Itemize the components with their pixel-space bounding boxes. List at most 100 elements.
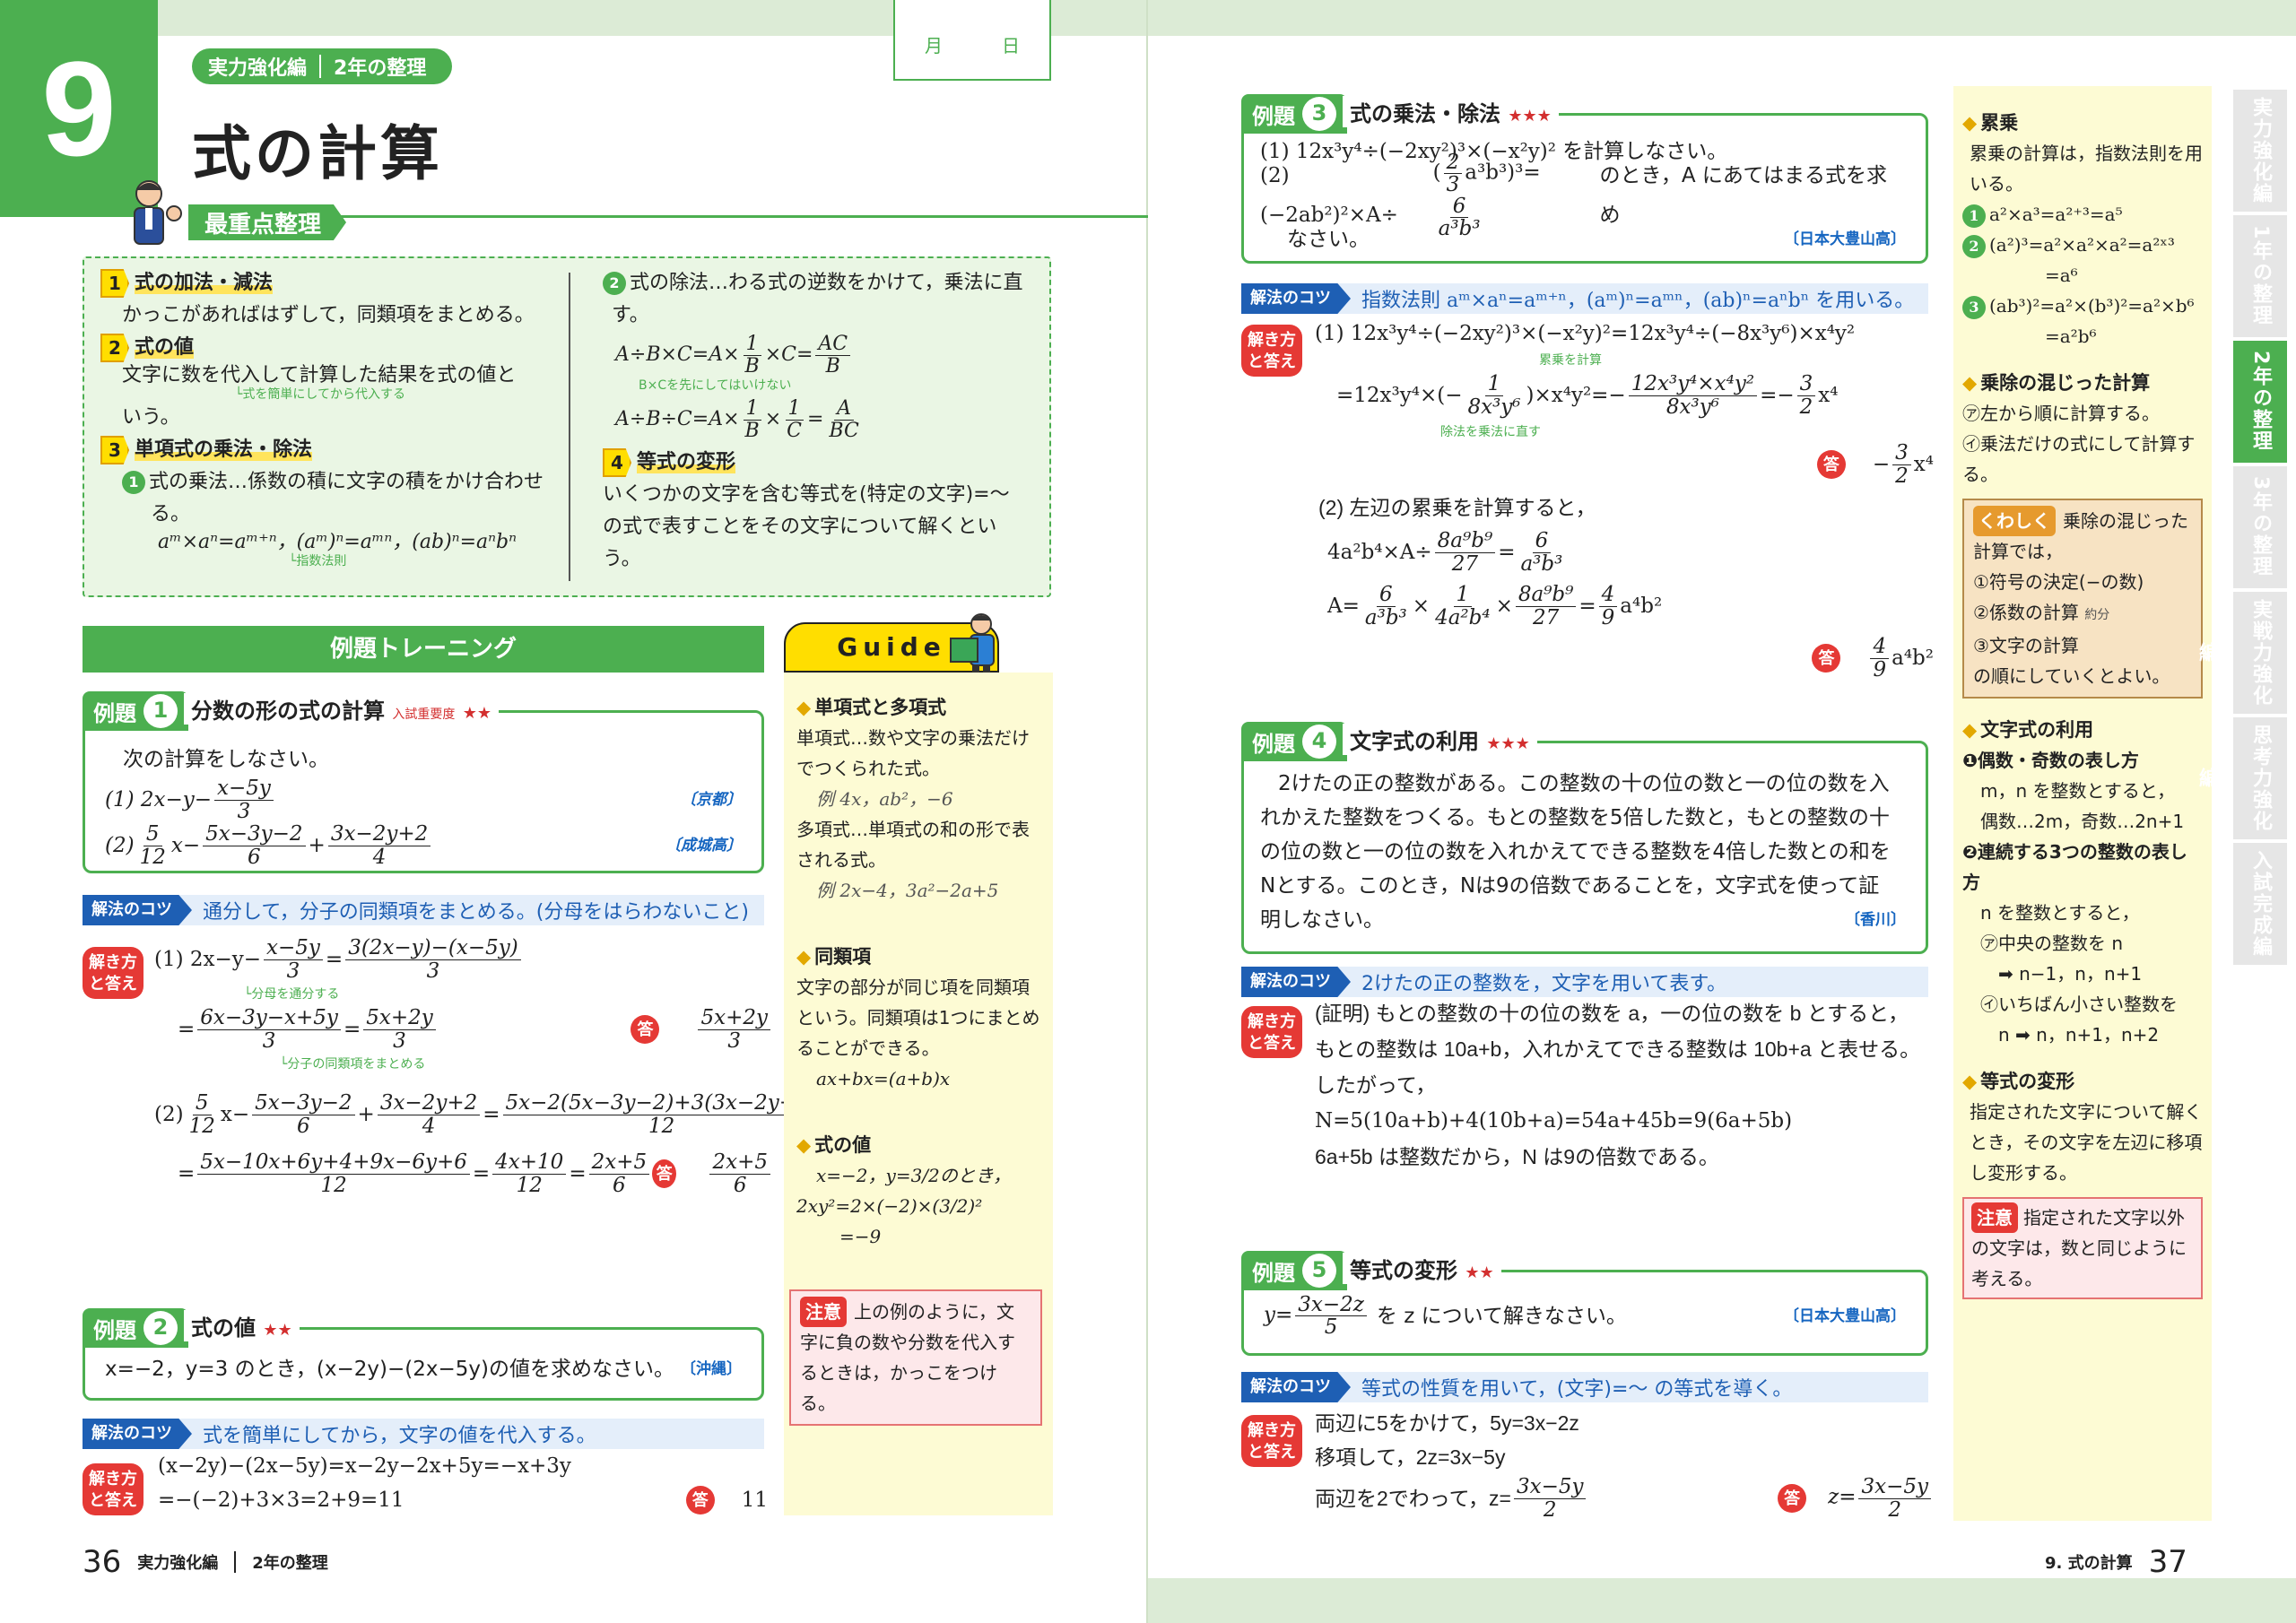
sidebar-s13: ➡ n−1，n，n+1 — [1998, 963, 2143, 985]
chapter-tabs: 実力強化編 1年の整理 2年の整理 3年の整理 実戦力強化編 思考力強化編 入試完成編 — [2196, 90, 2287, 968]
answer-1-line3-text: (2) — [154, 1103, 184, 1126]
exponent-laws: aᵐ×aⁿ=aᵐ⁺ⁿ，(aᵐ)ⁿ=aᵐⁿ，(ab)ⁿ=aⁿbⁿ — [158, 531, 517, 553]
division-eq-1-text: A÷B×C=A× — [615, 343, 740, 366]
example-3-label: 例題 3 — [1241, 94, 1347, 134]
answer-5-line2: 移項して，2z=3x−5y — [1315, 1445, 1506, 1469]
key-item-2: 2 式の値 — [100, 332, 552, 364]
hint-bar-3: 解法のコツ 指数法則 aᵐ×aⁿ=aᵐ⁺ⁿ，(aᵐ)ⁿ=aᵐⁿ，(ab)ⁿ=aⁿb… — [1241, 283, 1928, 314]
left-page: 9 実力強化編 2年の整理 月 日 式の計算 最重点整理 1 式の加法・減法 かっ… — [0, 0, 1148, 1623]
difficulty-stars: ★★★ — [1486, 734, 1530, 753]
frac: 6 a³b³ — [1364, 583, 1407, 629]
tab-5[interactable]: 実戦力強化編 — [2196, 592, 2287, 714]
sidebar-heading-3: 文字式の利用 — [1962, 715, 2203, 745]
guide-heading-3: 式の値 — [796, 1130, 1040, 1160]
date-month: 月 — [925, 34, 943, 56]
detail-k5: の順にしていくとよい。 — [1973, 665, 2170, 687]
example-label-text: 例題 — [1252, 731, 1295, 757]
frac: 3(2x−y)−(x−5y) 3 — [345, 937, 521, 982]
num-badge: 3 — [100, 436, 129, 464]
frac: 5x+2y 3 — [363, 1007, 436, 1052]
key-item-4-text3: う。 — [603, 548, 641, 570]
footer-section: 実力強化編 — [137, 1554, 219, 1573]
hint-text: 2けたの正の整数を，文字を用いて表す。 — [1361, 973, 1727, 995]
sidebar-s15: n ➡ n，n+1，n+2 — [1998, 1024, 2160, 1046]
example-1-p2: (2) 5 12 x− 5x−3y−2 6 +3x−2y+2 4 〔成城高〕 — [105, 822, 742, 869]
sidebar-heading-1: 累乗 — [1962, 108, 2203, 138]
guide-item-1: 単項式…数や文字の乗法だけでつくられた式。 — [796, 727, 1030, 779]
answer-4-line3: したがって， — [1315, 1073, 1437, 1097]
example-3-box: 例題 3 式の乗法・除法 ★★★ (1) 12x³y⁴÷(−2xy²)³×(−x²… — [1241, 94, 1928, 264]
key-item-2-note: └式を簡単にしてから代入する — [235, 387, 406, 402]
example-3-title: 式の乗法・除法 ★★★ — [1343, 96, 1559, 127]
example-1-p2-text: (2) — [105, 834, 135, 857]
page-number: 36 — [83, 1544, 122, 1580]
detail-k1-row: くわしく 乗除の混じった計算では， — [1973, 506, 2192, 567]
frac: x−5y 3 — [214, 777, 274, 822]
answer-3: (1) 12x³y⁴÷(−2xy²)³×(−x²y)²=12x³y⁴÷(−8x³… — [1315, 316, 1934, 683]
footer-left: 36 実力強化編 2年の整理 — [83, 1544, 328, 1580]
num-badge: 4 — [603, 448, 631, 477]
frac: 32 — [1892, 442, 1911, 487]
frac: 1C — [785, 397, 804, 442]
tab-4[interactable]: 3年の整理 — [2233, 466, 2287, 588]
page-title: 式の計算 — [192, 119, 443, 188]
answer-5-line1: 両辺に5をかけて，5y=3x−2z — [1315, 1411, 1579, 1435]
example-label-text: 例題 — [93, 1317, 136, 1343]
answer-3-line3: (2) 左辺の累乗を計算すると， — [1318, 496, 1596, 519]
detail-k2: ①符号の決定(−の数) — [1973, 571, 2144, 593]
example-5-name: 等式の変形 — [1350, 1258, 1457, 1283]
example-1-name: 分数の形の式の計算 — [191, 699, 385, 724]
sidebar-s10: ❷連続する3つの整数の表し方 — [1962, 841, 2187, 893]
tab-6[interactable]: 思考力強化編 — [2196, 717, 2287, 839]
sidebar-s12: ㋐中央の整数を n — [1980, 933, 2124, 954]
tab-3[interactable]: 2年の整理 — [2233, 341, 2287, 463]
guide-item-4: x=−2，y=3/2のとき， — [816, 1165, 1012, 1186]
example-3-p2c: なさい。 — [1287, 228, 1370, 251]
tab-1[interactable]: 実力強化編 — [2233, 90, 2287, 212]
guide-item-3: 文字の部分が同じ項を同類項という。同類項は1つにまとめることができる。 — [796, 976, 1040, 1059]
frac: 6 a³b³ — [1520, 529, 1563, 576]
example-3-p2: (2) (−2ab²)²×A÷ (2 3 a³b³)³= 6 a³b³ のとき，A にあ… — [1260, 152, 1906, 240]
example-4-q1: 2けたの正の整数がある。この整数の十の位の数と一の位の数を入 — [1278, 772, 1890, 795]
answer-mark-icon: 答 — [631, 1015, 660, 1044]
date-box[interactable]: 月 日 — [893, 0, 1051, 81]
example-number: 1 — [144, 694, 178, 728]
answer-mark-icon: 答 — [1778, 1484, 1807, 1513]
answer-2-line1: (x−2y)−(2x−5y)=x−2y−2x+5y=−x+3y — [158, 1454, 571, 1478]
example-2-body: x=−2，y=3 のとき，(x−2y)−(2x−5y)の値を求めなさい。 〔沖縄〕 — [105, 1350, 742, 1389]
circled-2-icon: 2 — [603, 272, 626, 295]
key-item-1: 1 式の加法・減法 — [100, 267, 552, 299]
tab-2[interactable]: 1年の整理 — [2233, 215, 2287, 337]
answer-1-line1: (1) 2x−y− x−5y 3 = 3(2x−y)−(x−5y) 3 — [154, 933, 773, 986]
guide-example-2: 例 2x−4，3a²−2a+5 — [816, 880, 999, 901]
sidebar-s16: 指定された文字について解くとき，その文字を左辺に移項し変形する。 — [1970, 1101, 2203, 1184]
frac: 5x−10x+6y+4+9x−6y+6 12 — [197, 1151, 470, 1196]
example-label-text: 例題 — [93, 700, 136, 726]
answer-4-line4: N=5(10a+b)+4(10b+a)=54a+45b=9(6a+5b) — [1315, 1109, 1793, 1133]
hint-bar-2: 解法のコツ 式を簡単にしてから，文字の値を代入する。 — [83, 1419, 764, 1449]
importance-label: 入試重要度 — [392, 707, 456, 722]
sidebar-s1: 累乗の計算は，指数法則を用いる。 — [1970, 143, 2203, 195]
example-number: 4 — [1302, 725, 1336, 759]
example-5-body: y= 3x−2z 5 を z について解きなさい。 〔日本大豊山高〕 — [1264, 1293, 1906, 1340]
caution-badge: 注意 — [1971, 1202, 2018, 1233]
example-5-question: を z について解きなさい。 — [1376, 1304, 1627, 1328]
frac: 5x−2(5x−3y−2)+3(3x−2y+2) 12 — [502, 1092, 821, 1137]
example-2-name: 式の値 — [191, 1315, 256, 1341]
hint-text: 指数法則 aᵐ×aⁿ=aᵐ⁺ⁿ，(aᵐ)ⁿ=aᵐⁿ，(ab)ⁿ=aⁿbⁿ を用い… — [1361, 290, 1915, 312]
frac: 5x−3y−2 6 — [252, 1092, 355, 1137]
tab-7[interactable]: 入試完成編 — [2233, 843, 2287, 965]
example-label-text: 例題 — [1252, 1260, 1295, 1286]
answer-2-line2: =−(−2)+3×3=2+9=11 答 11 — [158, 1483, 768, 1517]
answer-4: (証明) もとの整数の十の位の数を a，一の位の数を b とすると， もとの整数… — [1315, 995, 1934, 1175]
frac: 6 a³b³ — [1438, 195, 1481, 241]
footer-divider — [234, 1551, 237, 1573]
hint-label: 解法のコツ — [83, 895, 192, 925]
example-2-question: x=−2，y=3 のとき，(x−2y)−(2x−5y)の値を求めなさい。 — [105, 1358, 674, 1381]
example-label-text: 例題 — [1252, 103, 1295, 129]
key-item-2-text2: いう。 — [122, 406, 180, 429]
answer-1: (1) 2x−y− x−5y 3 = 3(2x−y)−(x−5y) 3 └分母を通分する… — [154, 933, 821, 1203]
answer-mark-icon: 答 — [1816, 450, 1846, 479]
source-label: 〔成城高〕 — [665, 837, 742, 855]
frac: 5x+2y 3 — [698, 1007, 770, 1052]
